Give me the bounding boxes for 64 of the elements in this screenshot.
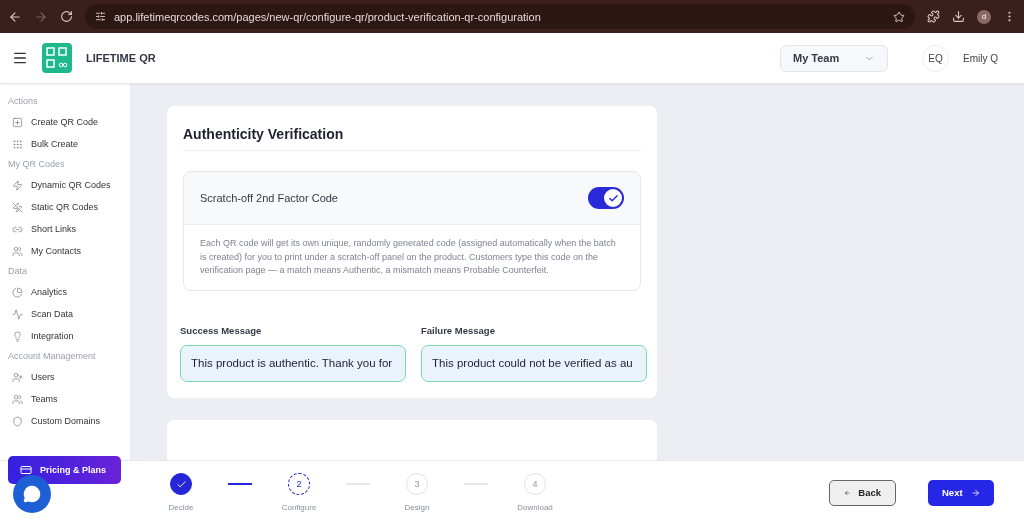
step-label: Configure xyxy=(281,503,317,512)
url-text: app.lifetimeqrcodes.com/pages/new-qr/configure-qr/product-verification-qr-configuration xyxy=(114,10,541,23)
check-icon xyxy=(607,192,619,204)
step-circle: 4 xyxy=(524,473,546,495)
grid-icon xyxy=(12,138,23,150)
message-field[interactable]: This product could not be verified as au xyxy=(421,344,647,382)
bolt-icon xyxy=(12,179,23,191)
address-bar[interactable]: app.lifetimeqrcodes.com/pages/new-qr/configure-qr/product-verification-qr-configuration xyxy=(85,4,915,29)
message-field[interactable]: This product is authentic. Thank you for xyxy=(180,344,406,382)
extensions-icon[interactable] xyxy=(927,10,940,23)
toggle-switch[interactable] xyxy=(588,187,624,209)
menu-icon[interactable] xyxy=(12,50,28,66)
next-button[interactable]: Next xyxy=(928,479,994,506)
sidebar-item[interactable]: My Contacts xyxy=(12,240,130,262)
pie-chart-icon xyxy=(12,286,23,298)
people-icon xyxy=(12,393,23,405)
sidebar-item[interactable]: Static QR Codes xyxy=(12,196,130,218)
sidebar-item[interactable]: Short Links xyxy=(12,218,130,240)
download-icon[interactable] xyxy=(952,10,965,23)
profile-avatar[interactable]: d xyxy=(977,9,991,24)
back-icon[interactable] xyxy=(8,9,22,24)
section-title: My QR Codes xyxy=(8,159,66,169)
section-title: Actions xyxy=(8,96,39,106)
section-title: Account Management xyxy=(8,351,97,361)
sidebar-item[interactable]: Dynamic QR Codes xyxy=(12,174,130,196)
sidebar-item[interactable]: Create QR Code xyxy=(12,111,130,133)
user-plus-icon xyxy=(12,371,23,383)
sidebar-item[interactable]: Analytics xyxy=(12,281,130,303)
user-name[interactable]: Emily Q xyxy=(963,52,998,64)
logo-icon xyxy=(42,43,72,73)
field-label: Success Message xyxy=(180,324,263,336)
sidebar-item[interactable]: Teams xyxy=(12,388,130,410)
people-icon xyxy=(12,245,23,257)
brand-name: LIFETIME QR xyxy=(86,52,157,64)
star-icon[interactable] xyxy=(893,10,905,23)
pulse-icon xyxy=(12,308,23,320)
step-circle: 2 xyxy=(288,473,310,495)
pricing-button[interactable]: Pricing & Plans xyxy=(8,456,121,484)
site-settings-icon[interactable] xyxy=(95,11,106,22)
step-label: Decide xyxy=(168,503,194,512)
card-icon xyxy=(20,464,32,476)
field-label: Failure Message xyxy=(421,324,496,336)
step-label: Download xyxy=(517,503,553,512)
back-button[interactable]: Back xyxy=(829,479,896,506)
sidebar-item[interactable]: Bulk Create xyxy=(12,133,130,155)
reload-icon[interactable] xyxy=(60,10,73,23)
shield-icon xyxy=(12,415,23,427)
toggle-label: Scratch-off 2nd Factor Code xyxy=(200,192,338,204)
check-icon xyxy=(175,478,187,490)
sidebar-item[interactable]: Users xyxy=(12,366,130,388)
forward-icon[interactable] xyxy=(34,9,48,24)
section-title: Data xyxy=(8,266,28,276)
team-select[interactable]: My Team xyxy=(780,44,888,72)
description-text: Each QR code will get its own unique, randomly generated code (assigned automatically when the batch is created) for you to print under a scratch-off panel on the product. Customers type this code on the verification page — a match means Authentic, a mismatch means Probable Counterfeit. xyxy=(199,237,617,278)
chat-icon xyxy=(23,485,41,503)
step-circle: 3 xyxy=(406,473,428,495)
sidebar-item[interactable]: Scan Data xyxy=(12,303,130,325)
crossed-bolt-icon xyxy=(12,201,23,213)
step-label: Design xyxy=(404,503,430,512)
plus-square-icon xyxy=(12,116,23,128)
card-title: Authenticity Verification xyxy=(183,122,641,151)
sidebar-item[interactable]: Integration xyxy=(12,325,130,347)
sidebar-item[interactable]: Custom Domains xyxy=(12,410,130,432)
bulb-icon xyxy=(12,330,23,342)
